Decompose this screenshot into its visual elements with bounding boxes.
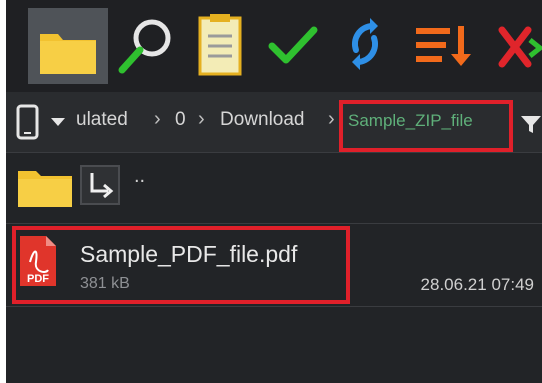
breadcrumb-segment-storage[interactable]: ulated <box>76 109 128 131</box>
breadcrumb-segment-root[interactable]: 0 <box>175 109 186 131</box>
parent-folder-row[interactable]: .. <box>6 153 542 224</box>
phone-icon[interactable] <box>16 104 40 140</box>
sync-icon <box>351 18 379 70</box>
breadcrumb-segment-download[interactable]: Download <box>220 109 305 131</box>
folder-button[interactable] <box>28 8 108 84</box>
clipboard-icon <box>198 14 242 76</box>
highlight-file-row <box>12 226 350 304</box>
checkmark-icon <box>268 26 318 64</box>
highlight-current-folder <box>339 100 513 152</box>
file-manager-screen: ulated › 0 › Download › Sample_ZIP_file … <box>6 0 542 383</box>
folder-icon <box>40 34 96 74</box>
refresh-button[interactable] <box>336 8 416 84</box>
toolbar <box>6 0 542 92</box>
cancel-icon <box>498 26 542 68</box>
filter-icon[interactable] <box>520 114 542 134</box>
breadcrumb-separator-icon: › <box>328 108 335 130</box>
chevron-down-icon[interactable] <box>50 116 66 128</box>
cancel-button[interactable] <box>492 8 542 84</box>
sort-icon <box>416 26 471 66</box>
return-arrow-icon <box>80 165 120 205</box>
clipboard-button[interactable] <box>188 8 268 84</box>
search-icon <box>118 19 171 74</box>
parent-folder-label: .. <box>134 165 146 187</box>
folder-icon <box>18 171 72 207</box>
breadcrumb-separator-icon: › <box>198 108 205 130</box>
search-button[interactable] <box>108 8 188 84</box>
select-button[interactable] <box>258 8 338 84</box>
file-modified-date: 28.06.21 07:49 <box>420 275 534 294</box>
sort-button[interactable] <box>406 8 486 84</box>
breadcrumb-separator-icon: › <box>154 108 161 130</box>
